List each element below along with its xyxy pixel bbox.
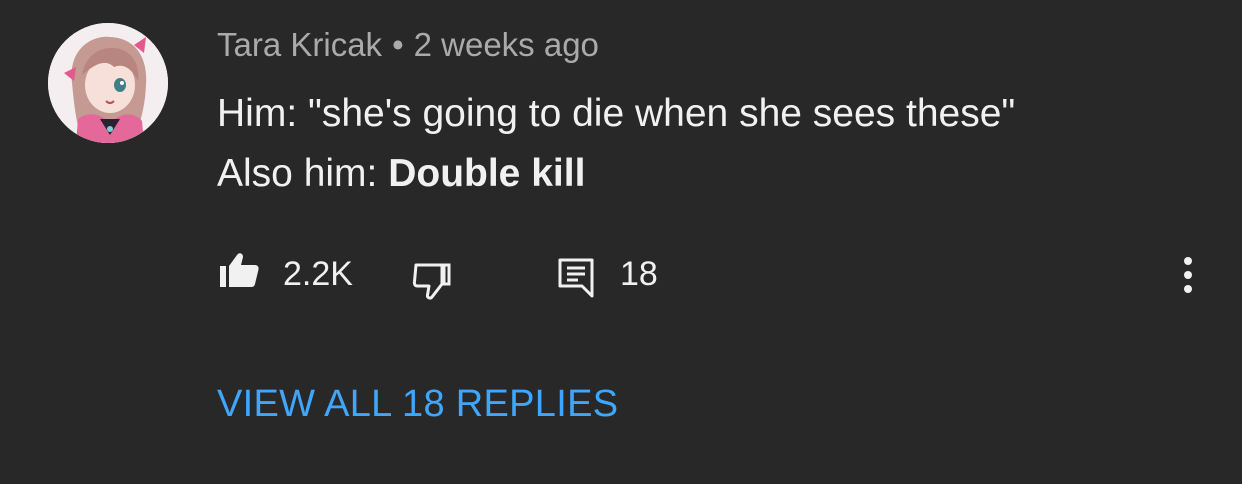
reply-count: 18 [620,255,658,293]
comment-timestamp: 2 weeks ago [413,26,599,63]
thumbs-down-icon [412,263,451,300]
dislike-button[interactable] [412,262,452,300]
avatar-illustration [48,23,168,143]
comment-meta: Tara Kricak • 2 weeks ago [217,26,599,64]
comment-text-prefix: Also him: [217,152,389,195]
like-count: 2.2K [283,255,353,293]
comment-icon [558,258,594,298]
comment-text-line-1: Him: "she's going to die when she sees t… [217,92,1016,135]
avatar[interactable] [48,23,168,143]
reply-button[interactable] [558,258,594,298]
more-options-button[interactable] [1178,256,1198,294]
author-name[interactable]: Tara Kricak [217,26,382,63]
more-vertical-icon [1184,257,1192,293]
like-button[interactable] [219,252,259,288]
thumbs-up-icon [220,253,259,287]
view-all-replies-link[interactable]: VIEW ALL 18 REPLIES [217,383,618,426]
comment-text-bold: Double kill [388,152,586,195]
comment-text-line-2: Also him: Double kill [217,152,585,196]
meta-separator: • [392,26,404,63]
